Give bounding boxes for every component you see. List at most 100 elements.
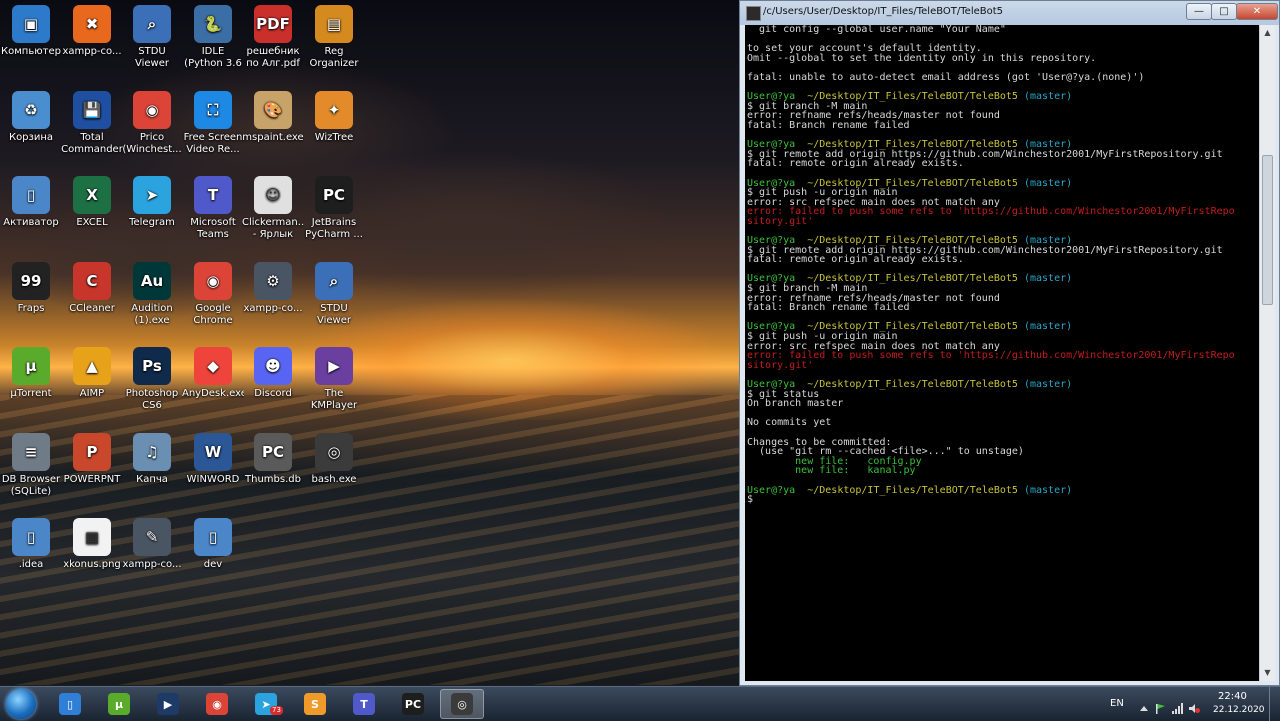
desktop-icon[interactable]: T Microsoft Teams — [182, 176, 244, 241]
desktop-icon[interactable]: ☻ Discord — [242, 347, 304, 400]
title-bar[interactable]: /c/Users/User/Desktop/IT_Files/TeleBOT/T… — [740, 1, 1279, 25]
desktop-icon[interactable]: P POWERPNT — [61, 433, 123, 486]
desktop-icon[interactable]: ▯ Активатор — [0, 176, 62, 229]
taskbar-button[interactable]: ➤ 73 — [244, 689, 288, 719]
desktop-icon[interactable]: ☺ Clickerman... - Ярлык — [242, 176, 304, 241]
output-line: error: failed to push some refs to 'http… — [747, 350, 1235, 362]
bash-icon: ◎ — [451, 693, 473, 715]
desktop-icon[interactable]: PDF решебник по Алг.pdf — [242, 5, 304, 70]
recycle-bin-icon: ♻ — [12, 91, 50, 129]
taskbar-button[interactable]: PC — [391, 689, 435, 719]
desktop-icon[interactable]: ▤ Reg Organizer — [303, 5, 365, 70]
action-center-flag-icon[interactable] — [1154, 699, 1166, 714]
scroll-down-icon[interactable]: ▼ — [1260, 665, 1275, 681]
stdu-viewer-icon: ⌕ — [133, 5, 171, 43]
desktop-icon[interactable]: W WINWORD — [182, 433, 244, 486]
taskbar-button[interactable]: ◉ — [195, 689, 239, 719]
taskbar-button[interactable]: S — [293, 689, 337, 719]
teams-icon: T — [353, 693, 375, 715]
desktop-icon[interactable]: PC JetBrains PyCharm ... — [303, 176, 365, 241]
desktop-icon-label: Компьютер — [1, 46, 61, 57]
clock-time[interactable]: 22:40 — [1218, 691, 1247, 702]
volume-muted-icon[interactable] — [1188, 699, 1200, 713]
desktop-icon-label: xampp-co... — [122, 559, 182, 570]
desktop-icon[interactable]: ◎ bash.exe — [303, 433, 365, 486]
ccleaner-icon: C — [73, 262, 111, 300]
desktop-icon[interactable]: ◉ Google Chrome — [182, 262, 244, 327]
desktop-icon[interactable]: C CCleaner — [61, 262, 123, 315]
folder-icon: ▯ — [194, 518, 232, 556]
desktop-icon[interactable]: ⚙ xampp-co... — [242, 262, 304, 315]
desktop-icon[interactable]: ✖ xampp-co... — [61, 5, 123, 58]
prompt-path: ~/Desktop/IT_Files/TeleBOT/TeleBot5 — [807, 484, 1018, 496]
desktop-icon[interactable]: ⌕ STDU Viewer — [121, 5, 183, 70]
terminal-window[interactable]: /c/Users/User/Desktop/IT_Files/TeleBOT/T… — [739, 0, 1280, 686]
desktop-icon[interactable]: ♫ Капча — [121, 433, 183, 486]
stdu-viewer-icon: ⌕ — [315, 262, 353, 300]
desktop-icon[interactable]: ◉ Prico (Winchest... — [121, 91, 183, 156]
start-button[interactable] — [6, 689, 36, 719]
close-button[interactable]: ✕ — [1236, 3, 1278, 20]
fraps-icon: 99 — [12, 262, 50, 300]
desktop-icon-label: POWERPNT — [63, 474, 121, 485]
desktop-icon[interactable]: PC Thumbs.db — [242, 433, 304, 486]
desktop-icon[interactable]: ⌕ STDU Viewer — [303, 262, 365, 327]
clickerman-icon: ☺ — [254, 176, 292, 214]
terminal-output[interactable]: git config --global user.name "Your Name… — [745, 25, 1259, 681]
desktop-icon[interactable]: ✦ WizTree — [303, 91, 365, 144]
show-desktop-button[interactable] — [1269, 687, 1280, 721]
desktop-icon-label: IDLE (Python 3.6 32-bit) (2) — [184, 46, 242, 69]
desktop-icon-label: dev — [203, 559, 223, 570]
desktop-icon-label: µTorrent — [10, 388, 52, 399]
desktop-icon-label: xkonus.png — [63, 559, 121, 570]
taskbar-button[interactable]: ▯ — [48, 689, 92, 719]
desktop-icon-label: Корзина — [8, 132, 54, 143]
desktop-icon[interactable]: ▯ dev — [182, 518, 244, 571]
desktop-icon[interactable]: Au Audition (1).exe — [121, 262, 183, 327]
teams-icon: T — [194, 176, 232, 214]
scrollbar[interactable]: ▲ ▼ — [1259, 25, 1275, 681]
taskbar-button[interactable]: ▶ — [146, 689, 190, 719]
desktop-icon[interactable]: ▶ The KMPlayer — [303, 347, 365, 412]
taskbar-button[interactable]: µ — [97, 689, 141, 719]
language-indicator[interactable]: EN — [1110, 698, 1124, 709]
prompt-path: ~/Desktop/IT_Files/TeleBOT/TeleBot5 — [807, 378, 1018, 390]
tray-expand-icon[interactable] — [1138, 699, 1150, 711]
utorrent-icon: µ — [108, 693, 130, 715]
desktop-icon[interactable]: ➤ Telegram — [121, 176, 183, 229]
scroll-thumb[interactable] — [1262, 155, 1273, 305]
desktop-icon[interactable]: 💾 Total Commander — [61, 91, 123, 156]
desktop-icon[interactable]: 99 Fraps — [0, 262, 62, 315]
clock-date[interactable]: 22.12.2020 — [1213, 705, 1265, 715]
desktop-icon[interactable]: ≡ DB Browser (SQLite) — [0, 433, 62, 498]
taskbar-button[interactable]: ◎ — [440, 689, 484, 719]
desktop-icon[interactable]: Ps Photoshop CS6 — [121, 347, 183, 412]
desktop-icon[interactable]: ⛶ Free Screen Video Re... — [182, 91, 244, 156]
scroll-up-icon[interactable]: ▲ — [1260, 25, 1275, 41]
desktop-icon[interactable]: µ µTorrent — [0, 347, 62, 400]
taskbar-button[interactable]: T — [342, 689, 386, 719]
desktop-icon-label: WizTree — [314, 132, 354, 143]
maximize-button[interactable]: □ — [1211, 3, 1237, 20]
desktop-icon[interactable]: ▣ Компьютер — [0, 5, 62, 58]
desktop-icon[interactable]: 🎨 mspaint.exe — [242, 91, 304, 144]
desktop-icon[interactable]: ✎ xampp-co... — [121, 518, 183, 571]
desktop-icon[interactable]: ♻ Корзина — [0, 91, 62, 144]
image-file-icon: ▦ — [73, 518, 111, 556]
screen-recorder-icon: ⛶ — [194, 91, 232, 129]
desktop-icon[interactable]: ▲ AIMP — [61, 347, 123, 400]
chrome-icon: ◉ — [133, 91, 171, 129]
desktop-icon[interactable]: ▦ xkonus.png — [61, 518, 123, 571]
output-line: On branch master — [747, 398, 844, 410]
desktop-icon-label: The KMPlayer — [310, 388, 358, 411]
network-signal-icon[interactable] — [1171, 699, 1183, 714]
xampp-config-icon: ⚙ — [254, 262, 292, 300]
desktop-icon[interactable]: X EXCEL — [61, 176, 123, 229]
desktop-icon[interactable]: ▯ .idea — [0, 518, 62, 571]
minimize-button[interactable]: — — [1186, 3, 1212, 20]
desktop-icon[interactable]: ◆ AnyDesk.exe — [182, 347, 244, 400]
desktop-icon[interactable]: 🐍 IDLE (Python 3.6 32-bit) (2) — [182, 5, 244, 70]
reg-organizer-icon: ▤ — [315, 5, 353, 43]
google-chrome-icon: ◉ — [206, 693, 228, 715]
desktop-icon-label: Audition (1).exe — [131, 303, 173, 326]
